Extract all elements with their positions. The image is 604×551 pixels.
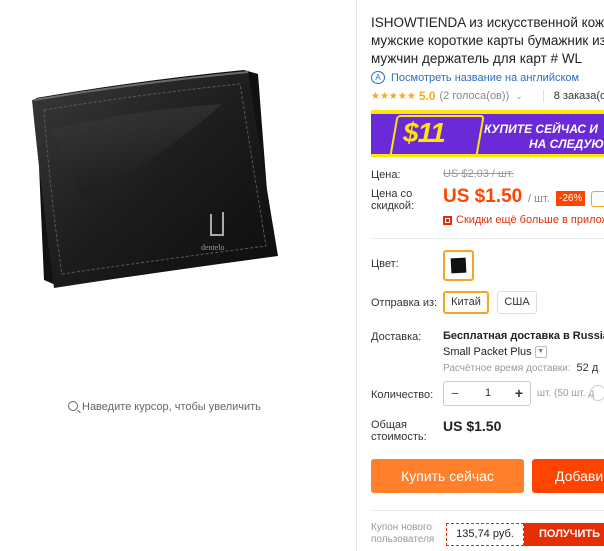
- old-price: US $2.03 / шт.: [443, 168, 514, 180]
- delivery-time-value: 52 д: [576, 362, 599, 374]
- banner-stripe-top: [371, 110, 604, 114]
- shipping-method: Бесплатная доставка в Russian: [443, 330, 604, 342]
- product-title: ISHOWTIENDA из искусственной кожи к мужс…: [371, 14, 604, 68]
- quantity-input[interactable]: 1: [466, 382, 510, 405]
- get-coupon-button[interactable]: ПОЛУЧИТЬ: [524, 523, 604, 546]
- coupon-icon: [591, 191, 604, 207]
- quantity-stepper[interactable]: − 1 +: [443, 381, 531, 406]
- delivery-time: Расчётное время доставки: 52 д: [443, 362, 598, 374]
- shipping-label: Доставка:: [371, 331, 422, 343]
- shipping-service[interactable]: Small Packet Plus ▼: [443, 346, 547, 358]
- new-user-coupon-label: Купон нового пользователя: [371, 522, 434, 546]
- product-image[interactable]: dentelo: [22, 60, 294, 300]
- discount-badge: -26%: [556, 191, 586, 206]
- per-unit: / шт.: [528, 193, 550, 205]
- availability: шт. (50 шт. д: [537, 388, 595, 399]
- discount-price-label-2: скидкой:: [371, 200, 415, 212]
- color-swatch-black[interactable]: [443, 250, 474, 281]
- buy-now-button[interactable]: Купить сейчас: [371, 459, 524, 493]
- coupon-label-line-2: пользователя: [371, 534, 435, 545]
- votes-link[interactable]: (2 голоса(ов)): [440, 90, 510, 102]
- zoom-hint: Наведите курсор, чтобы увеличить: [68, 400, 261, 413]
- section-divider: [371, 238, 604, 239]
- swatch-thumbnail: [450, 257, 467, 274]
- total-label-2: стоимость:: [371, 431, 427, 443]
- shipping-service-text: Small Packet Plus: [443, 346, 532, 358]
- total-label-1: Общая: [371, 419, 407, 431]
- orders-count: 8 заказа(ов: [553, 90, 604, 102]
- title-line-1: ISHOWTIENDA из искусственной кожи к: [371, 15, 604, 30]
- banner-text-2: НА СЛЕДУЮ: [529, 137, 604, 151]
- panel-divider: [356, 0, 357, 551]
- qr-code-icon: [443, 215, 452, 225]
- divider: [542, 90, 544, 102]
- price-label: Цена:: [371, 169, 401, 181]
- promo-banner[interactable]: $11 КУПИТЕ СЕЙЧАС И НА СЛЕДУЮ: [371, 110, 604, 157]
- app-promo-link[interactable]: Скидки ещё больше в прилож: [443, 214, 604, 226]
- ship-from-usa[interactable]: США: [497, 291, 537, 314]
- quantity-decrease-button[interactable]: −: [444, 382, 466, 405]
- chevron-down-icon[interactable]: ▼: [534, 346, 547, 358]
- banner-amount: $11: [403, 117, 446, 148]
- coupon-value: 135,74 руб.: [446, 523, 524, 546]
- title-line-3: мужчин держатель для карт # WL: [371, 51, 583, 66]
- rating-row: ★★★★★ 5.0 (2 голоса(ов)) ⌄ 8 заказа(ов: [371, 89, 604, 103]
- translate-link[interactable]: A Посмотреть название на английском: [371, 71, 579, 84]
- quantity-increase-button[interactable]: +: [508, 382, 530, 405]
- translate-link-text: Посмотреть название на английском: [391, 71, 580, 84]
- color-label: Цвет:: [371, 258, 399, 270]
- magnifier-icon: [68, 401, 78, 411]
- section-divider: [371, 510, 604, 511]
- banner-text-1: КУПИТЕ СЕЙЧАС И: [484, 122, 598, 136]
- current-price: US $1.50: [443, 186, 523, 207]
- zoom-hint-text: Наведите курсор, чтобы увеличить: [82, 401, 261, 413]
- app-promo-text: Скидки ещё больше в прилож: [456, 214, 604, 226]
- ship-from-label: Отправка из:: [371, 297, 438, 309]
- translate-icon: A: [371, 71, 385, 84]
- delivery-time-label: Расчётное время доставки:: [443, 363, 571, 374]
- coupon-label-line-1: Купон нового: [371, 522, 432, 533]
- chevron-down-icon[interactable]: ⌄: [515, 91, 523, 102]
- star-rating-icon: ★★★★★: [371, 90, 416, 102]
- wallet-photo: dentelo: [32, 70, 278, 288]
- quantity-label: Количество:: [371, 389, 434, 401]
- info-icon[interactable]: [590, 385, 604, 401]
- discount-price-label-1: Цена со: [371, 188, 413, 200]
- title-line-2: мужские короткие карты бумажник из: [371, 33, 604, 48]
- svg-text:dentelo: dentelo: [201, 243, 225, 252]
- ship-from-china[interactable]: Китай: [443, 291, 489, 314]
- total-price: US $1.50: [443, 418, 502, 434]
- rating-value: 5.0: [418, 89, 436, 103]
- add-to-cart-button[interactable]: Добави: [532, 459, 604, 493]
